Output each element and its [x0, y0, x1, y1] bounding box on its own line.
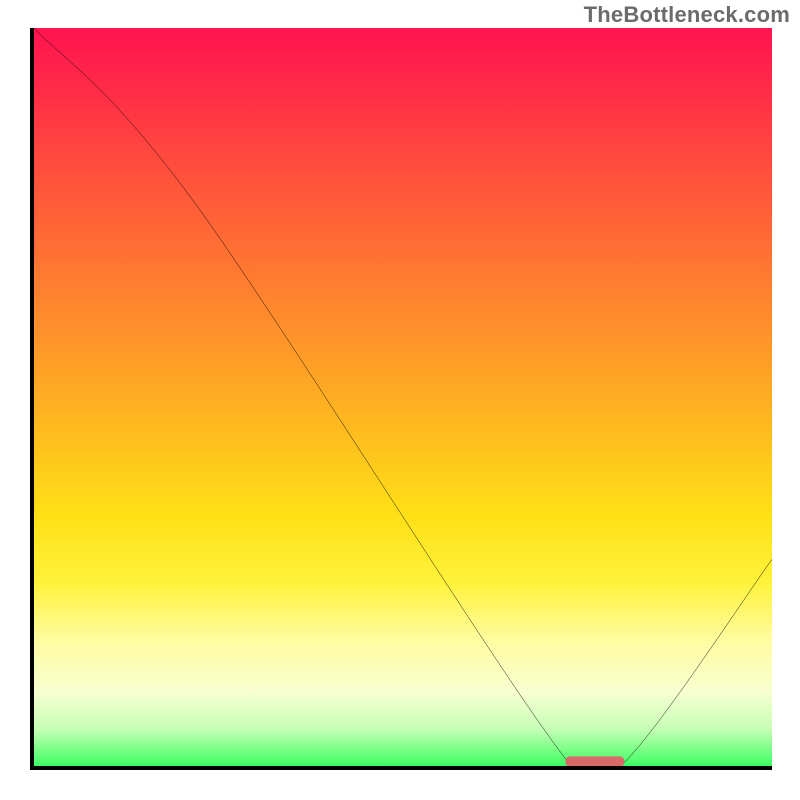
background-gradient	[34, 28, 772, 766]
plot-area	[30, 28, 772, 770]
watermark-text: TheBottleneck.com	[584, 2, 790, 28]
chart-canvas: TheBottleneck.com	[0, 0, 800, 800]
